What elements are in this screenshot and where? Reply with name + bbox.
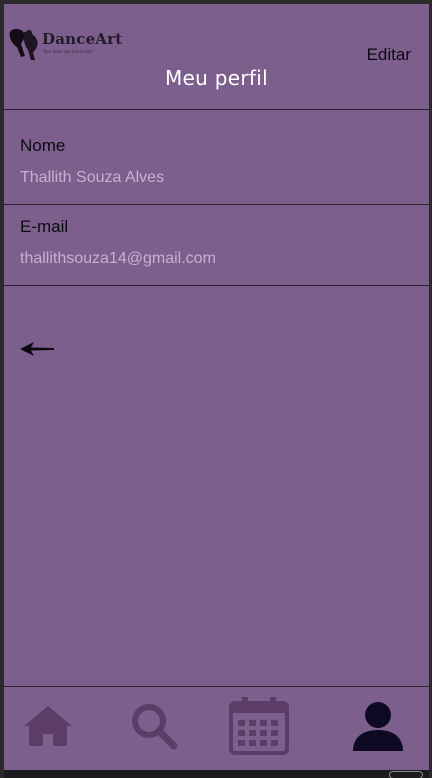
email-value: thallithsouza14@gmail.com — [20, 250, 216, 267]
name-value: Thallith Souza Alves — [20, 169, 165, 186]
user-icon[interactable] — [351, 699, 405, 753]
logo-text: DanceArt — [42, 30, 123, 48]
home-indicator — [389, 771, 423, 778]
email-label: E-mail — [20, 217, 69, 236]
email-divider — [4, 285, 429, 286]
name-divider — [4, 204, 429, 205]
dancers-logo-icon — [9, 29, 38, 60]
home-icon[interactable] — [22, 702, 74, 750]
calendar-icon[interactable] — [228, 695, 290, 755]
profile-screen: DanceArt Your learn get Enhanced Editar … — [0, 0, 432, 778]
dance-art-logo: DanceArt Your learn get Enhanced — [6, 26, 126, 62]
header-divider — [4, 109, 429, 110]
back-arrow-icon[interactable] — [20, 339, 56, 359]
bottom-nav — [4, 686, 429, 771]
bottom-strip — [4, 770, 429, 778]
logo-tagline: Your learn get Enhanced — [43, 49, 92, 54]
name-label: Nome — [20, 136, 66, 155]
search-icon[interactable] — [130, 702, 178, 750]
page-title: Meu perfil — [165, 66, 268, 90]
edit-button[interactable]: Editar — [367, 45, 411, 65]
